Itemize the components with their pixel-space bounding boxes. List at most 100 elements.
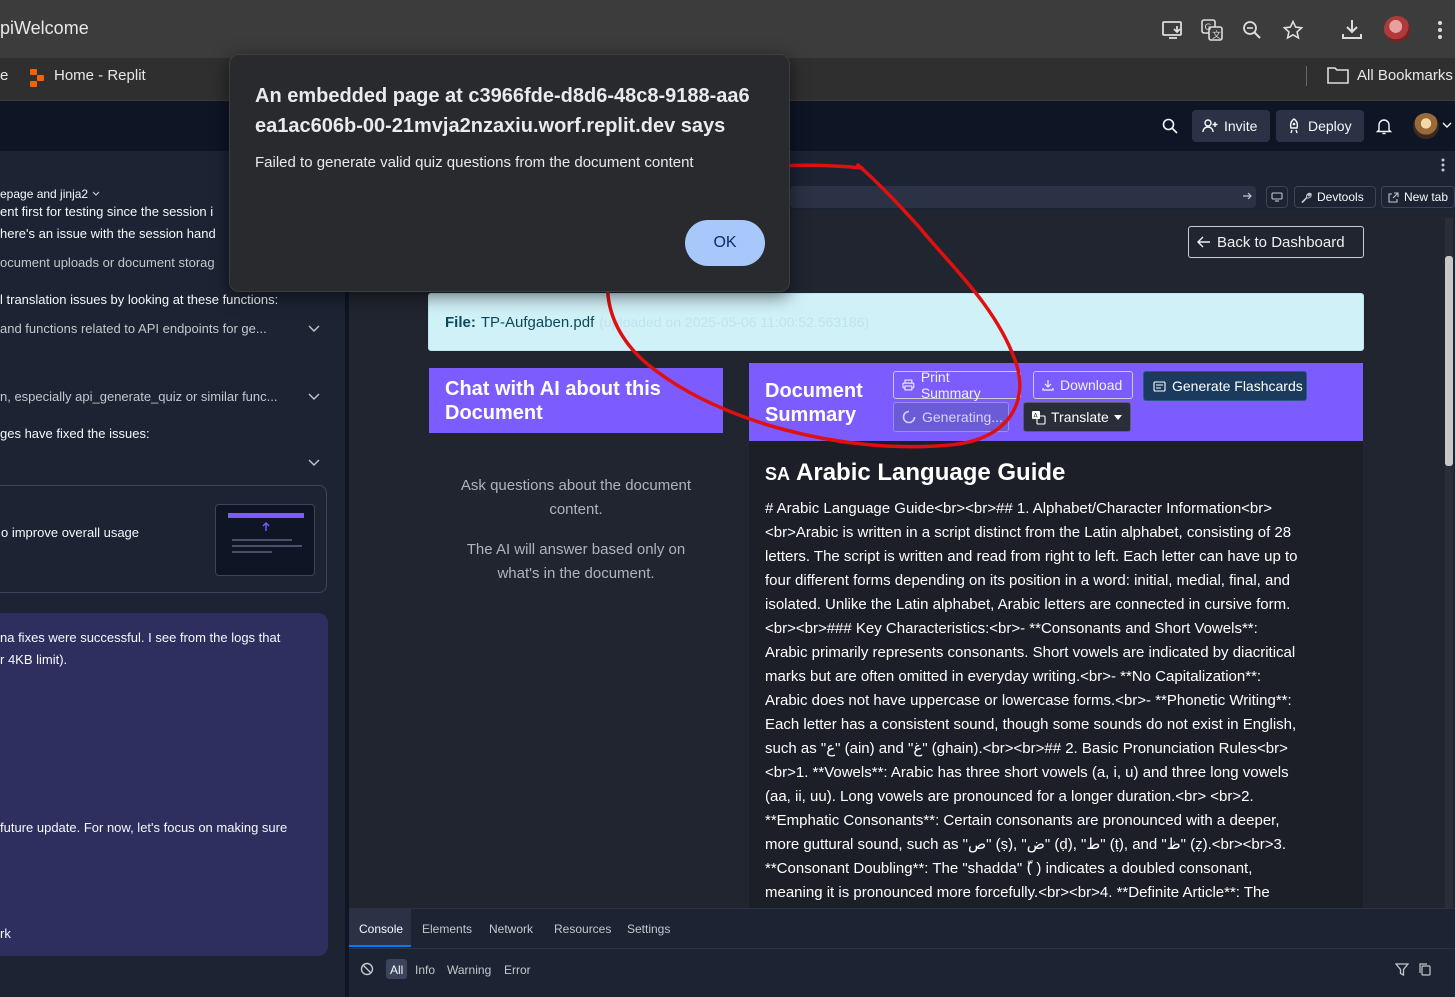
url-input[interactable] bbox=[790, 186, 1256, 208]
tab-resources[interactable]: Resources bbox=[554, 922, 611, 936]
agent-message-line: ocument uploads or document storag bbox=[0, 255, 215, 270]
filter-info[interactable]: Info bbox=[415, 963, 435, 977]
dialog-title: An embedded page at c3966fde-d8d6-48c8-9… bbox=[255, 85, 750, 137]
tab-settings[interactable]: Settings bbox=[627, 922, 670, 936]
arrow-left-icon bbox=[1197, 236, 1210, 248]
context-chip[interactable]: epage and jinja2 bbox=[0, 187, 100, 201]
bookmark-home-replit[interactable]: Home - Replit bbox=[54, 67, 146, 84]
webview-scrollbar-track[interactable] bbox=[1445, 218, 1453, 908]
generating-quiz-button[interactable]: Generating... bbox=[893, 402, 1009, 432]
deploy-button[interactable]: Deploy bbox=[1276, 110, 1364, 142]
download-label: Download bbox=[1060, 377, 1123, 393]
install-app-icon[interactable] bbox=[1160, 17, 1186, 43]
chat-card-header: Chat with AI about this Document bbox=[429, 368, 723, 433]
guide-body-line: <br>1. **Vowels**: Arabic has three shor… bbox=[765, 764, 1289, 781]
guide-body-line: **Emphatic Consonants**: Certain consona… bbox=[765, 812, 1280, 829]
filter-funnel-icon[interactable] bbox=[1395, 963, 1409, 976]
agent-message-line: na fixes were successful. I see from the… bbox=[0, 630, 281, 645]
url-go-arrow-icon[interactable] bbox=[1242, 191, 1252, 201]
checkpoint-thumbnail[interactable] bbox=[215, 504, 315, 576]
invite-label: Invite bbox=[1224, 118, 1258, 134]
file-name: TP-Aufgaben.pdf bbox=[480, 313, 595, 331]
chip-chevron-icon bbox=[92, 191, 100, 196]
guide-title: Arabic Language Guide bbox=[796, 459, 1066, 486]
user-avatar[interactable] bbox=[1413, 113, 1439, 139]
bookmark-item[interactable]: e bbox=[0, 67, 8, 84]
filter-all[interactable]: All bbox=[390, 963, 403, 977]
agent-message-line: r 4KB limit). bbox=[0, 652, 68, 667]
chat-hint-2: The AI will answer based only on what's … bbox=[466, 541, 686, 582]
back-label: Back to Dashboard bbox=[1217, 233, 1345, 251]
flashcards-icon bbox=[1153, 380, 1166, 392]
agent-message-bubble: na fixes were successful. I see from the… bbox=[0, 613, 328, 956]
guide-body-line: Arabic does not have uppercase or lowerc… bbox=[765, 692, 1292, 709]
webview-menu-icon[interactable] bbox=[1441, 158, 1445, 172]
copy-icon[interactable] bbox=[1419, 963, 1431, 976]
translate-icon[interactable]: G文 bbox=[1199, 17, 1225, 43]
tab-network[interactable]: Network bbox=[489, 922, 533, 936]
svg-text:文: 文 bbox=[1212, 29, 1221, 41]
dialog-ok-button[interactable]: OK bbox=[685, 220, 765, 266]
tab-console[interactable]: Console bbox=[359, 922, 403, 936]
tab-title[interactable]: piWelcome bbox=[0, 18, 89, 39]
agent-message-line: future update. For now, let's focus on m… bbox=[0, 820, 288, 835]
context-chip-label: epage and jinja2 bbox=[0, 187, 89, 201]
zoom-icon[interactable] bbox=[1239, 17, 1265, 43]
guide-body-line: such as "ع" (ain) and "غ" (ghain).<br><b… bbox=[765, 740, 1288, 757]
guide-body-line: meaning it is pronounced more forcefully… bbox=[765, 884, 1270, 901]
action-row-endpoints[interactable]: and functions related to API endpoints f… bbox=[0, 321, 267, 336]
chat-card: Chat with AI about this Document Ask que… bbox=[429, 368, 723, 908]
all-bookmarks[interactable]: All Bookmarks bbox=[1357, 67, 1453, 84]
flashcards-label: Generate Flashcards bbox=[1172, 378, 1303, 394]
replit-logo-icon bbox=[30, 69, 44, 87]
alert-dialog: An embedded page at c3966fde-d8d6-48c8-9… bbox=[229, 54, 790, 292]
chrome-menu-icon[interactable] bbox=[1430, 17, 1450, 43]
folder-icon bbox=[1327, 66, 1349, 84]
guide-flag: SA bbox=[765, 464, 791, 484]
bookmark-star-icon[interactable] bbox=[1280, 17, 1306, 43]
guide-body-line: # Arabic Language Guide<br><br>## 1. Alp… bbox=[765, 500, 1273, 517]
guide-body-line: four different forms depending on its po… bbox=[765, 572, 1291, 589]
downloads-icon[interactable] bbox=[1339, 16, 1365, 42]
expand-chevron-icon[interactable] bbox=[308, 325, 320, 333]
avatar-chevron-down-icon[interactable] bbox=[1442, 121, 1452, 129]
guide-body-line: Arabic primarily represents consonants. … bbox=[765, 644, 1296, 661]
notifications-bell-icon[interactable] bbox=[1371, 113, 1397, 139]
webview-scrollbar-thumb[interactable] bbox=[1445, 256, 1453, 466]
expand-chevron-icon[interactable] bbox=[308, 393, 320, 401]
agent-message-line: rk bbox=[0, 926, 11, 941]
search-icon[interactable] bbox=[1157, 113, 1183, 139]
thumb-upload-icon bbox=[260, 521, 272, 533]
file-upload-date: (uploaded on 2025-05-06 11:00:52.563186) bbox=[599, 314, 870, 330]
printer-icon bbox=[902, 379, 915, 391]
print-summary-button[interactable]: Print Summary bbox=[893, 369, 1021, 401]
invite-button[interactable]: Invite bbox=[1192, 110, 1270, 142]
deploy-label: Deploy bbox=[1308, 118, 1352, 134]
tab-elements[interactable]: Elements bbox=[422, 922, 472, 936]
device-preview-icon[interactable] bbox=[1266, 186, 1288, 208]
filter-error[interactable]: Error bbox=[504, 963, 531, 977]
action-row-generate-quiz[interactable]: n, especially api_generate_quiz or simil… bbox=[0, 389, 277, 404]
invite-user-icon bbox=[1202, 118, 1218, 134]
download-button[interactable]: Download bbox=[1033, 371, 1133, 399]
clear-console-icon[interactable] bbox=[360, 962, 374, 976]
expand-chevron-icon[interactable] bbox=[308, 459, 320, 467]
summary-card: Document Summary Print Summary Download … bbox=[749, 363, 1363, 908]
translate-dropdown-button[interactable]: A Translate bbox=[1023, 402, 1131, 432]
thumb-line bbox=[232, 551, 272, 553]
svg-text:G: G bbox=[1205, 23, 1212, 33]
back-to-dashboard-button[interactable]: Back to Dashboard bbox=[1188, 226, 1364, 258]
summary-title: Document Summary bbox=[765, 380, 863, 426]
new-tab-button[interactable]: New tab bbox=[1381, 186, 1455, 208]
checkpoint-card[interactable]: o improve overall usage bbox=[0, 485, 327, 593]
guide-body-line: <br><br>### Key Characteristics:<br>- **… bbox=[765, 620, 1258, 637]
chat-hint-1: Ask questions about the document content… bbox=[460, 477, 692, 518]
guide-body: # Arabic Language Guide<br><br>## 1. Alp… bbox=[765, 497, 1355, 905]
generate-flashcards-button[interactable]: Generate Flashcards bbox=[1143, 371, 1307, 401]
profile-avatar[interactable] bbox=[1384, 16, 1410, 42]
devtools-button[interactable]: Devtools bbox=[1294, 186, 1376, 208]
summary-card-header: Document Summary Print Summary Download … bbox=[749, 363, 1363, 441]
translate-icon: A bbox=[1032, 410, 1046, 425]
download-icon bbox=[1042, 380, 1054, 391]
filter-warning[interactable]: Warning bbox=[447, 963, 491, 977]
